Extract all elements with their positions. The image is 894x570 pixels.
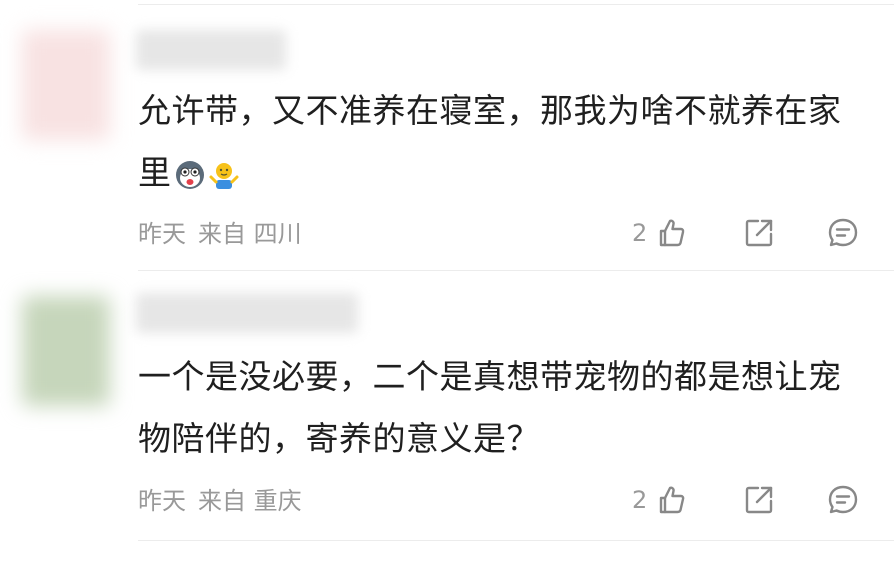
comment-text-line2: 里 [138, 142, 873, 204]
divider-middle [138, 270, 894, 271]
comment-actions: 2 [628, 216, 868, 252]
username[interactable] [136, 293, 358, 333]
shrug-emoji [209, 162, 238, 189]
avatar[interactable] [22, 296, 110, 406]
comment-meta: 昨天 来自 四川 [138, 219, 314, 249]
comment-time: 昨天 [138, 487, 186, 515]
comment-actions: 2 [628, 483, 868, 519]
comment-text: 一个是没必要，二个是真想带宠物的都是想让宠 物陪伴的，寄养的意义是？ [138, 346, 873, 470]
comment-time: 昨天 [138, 220, 186, 248]
divider-bottom [138, 540, 894, 541]
thumbs-up-icon[interactable] [654, 483, 688, 517]
share-icon[interactable] [742, 216, 776, 250]
comment-text-line2: 物陪伴的，寄养的意义是？ [138, 419, 540, 458]
share-icon[interactable] [742, 483, 776, 517]
comment-icon[interactable] [826, 483, 860, 517]
comment-meta: 昨天 来自 重庆 [138, 486, 314, 516]
comment-location: 来自 四川 [198, 220, 302, 248]
comment-text: 允许带，又不准养在寝室，那我为啥不就养在家 里 [138, 80, 873, 204]
username[interactable] [136, 30, 286, 70]
like-count: 2 [632, 219, 648, 247]
comment-text-line1: 允许带，又不准养在寝室，那我为啥不就养在家 [138, 91, 842, 130]
comment-icon[interactable] [826, 216, 860, 250]
like-count: 2 [632, 486, 648, 514]
comment-text-line1: 一个是没必要，二个是真想带宠物的都是想让宠 [138, 357, 842, 396]
husky-emoji [175, 160, 204, 189]
comment-location: 来自 重庆 [198, 487, 302, 515]
comment-text-line2-text: 里 [138, 153, 172, 192]
divider-top [138, 4, 894, 5]
avatar[interactable] [22, 30, 110, 140]
thumbs-up-icon[interactable] [654, 216, 688, 250]
